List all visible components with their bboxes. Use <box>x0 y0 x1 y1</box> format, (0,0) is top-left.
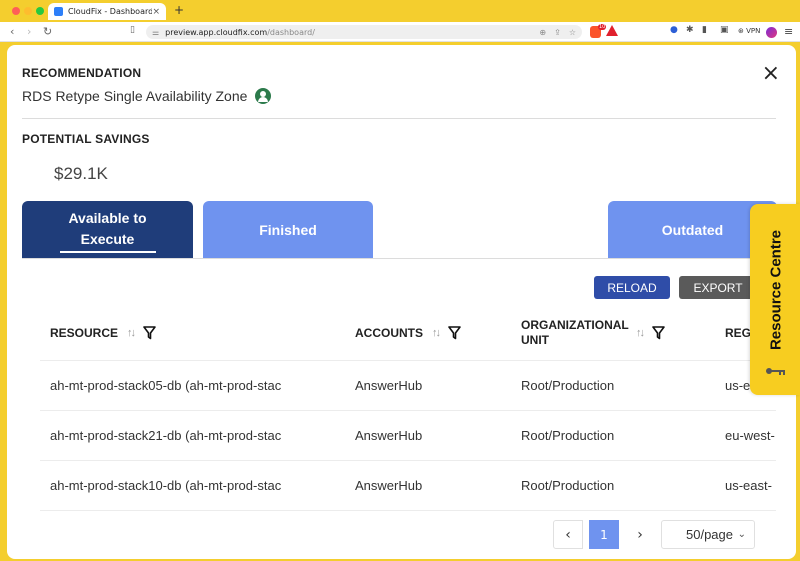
browser-tab-title: CloudFix - Dashboard <box>68 7 153 16</box>
extensions-puzzle-icon[interactable]: ✱ <box>686 25 694 35</box>
cell-org-unit: Root/Production <box>521 378 615 393</box>
cell-account: AnswerHub <box>355 428 423 443</box>
sidebar-icon[interactable]: ▮ <box>702 25 707 35</box>
column-label-organizational-unit: ORGANIZATIONAL UNIT <box>521 317 629 347</box>
next-page-button[interactable]: › <box>625 520 655 549</box>
tab-close-icon[interactable]: × <box>152 7 160 17</box>
sort-icon[interactable]: ↑↓ <box>432 327 441 339</box>
close-modal-button[interactable]: × <box>762 63 780 85</box>
vpn-button[interactable]: ⊛ VPN <box>738 27 760 35</box>
maximize-window-button[interactable] <box>36 7 44 15</box>
chevron-down-icon: ⌄ <box>737 529 746 540</box>
cell-resource[interactable]: ah-mt-prod-stack21-db (ah-mt-prod-stac <box>50 428 316 443</box>
row-divider <box>40 510 776 511</box>
tab-available-to-execute[interactable]: Available to Execute <box>22 201 193 259</box>
sort-icon[interactable]: ↑↓ <box>127 327 136 339</box>
extension-1password-icon[interactable]: ● <box>670 25 678 35</box>
browser-menu-icon[interactable]: ≡ <box>784 25 793 38</box>
cell-org-unit: Root/Production <box>521 428 615 443</box>
key-icon <box>766 368 785 375</box>
browser-toolbar: ‹ › ↻ ▯ ⚌ preview.app.cloudfix.com/dashb… <box>0 22 800 42</box>
tab-strip: CloudFix - Dashboard × + <box>0 0 800 22</box>
site-settings-icon[interactable]: ⚌ <box>152 28 159 37</box>
bookmark-star-icon[interactable]: ☆ <box>569 28 576 37</box>
cell-resource[interactable]: ah-mt-prod-stack05-db (ah-mt-prod-stac <box>50 378 316 393</box>
tab-finished[interactable]: Finished <box>203 201 373 259</box>
profile-avatar[interactable] <box>766 27 777 38</box>
recommendation-label: RECOMMENDATION <box>22 66 142 80</box>
forward-icon[interactable]: › <box>27 25 31 38</box>
recommendation-title: RDS Retype Single Availability Zone <box>22 88 272 104</box>
share-icon[interactable]: ⇪ <box>554 28 561 37</box>
cell-account: AnswerHub <box>355 478 423 493</box>
back-icon[interactable]: ‹ <box>10 25 14 38</box>
column-header-accounts: ACCOUNTS ↑↓ <box>355 305 461 360</box>
page-number-button[interactable]: 1 <box>589 520 619 549</box>
zoom-icon[interactable]: ⊕ <box>539 28 546 37</box>
tabs-divider <box>22 258 776 259</box>
close-window-button[interactable] <box>12 7 20 15</box>
column-label-accounts: ACCOUNTS <box>355 325 423 340</box>
cell-region: us-east- <box>725 478 772 493</box>
reload-page-icon[interactable]: ↻ <box>43 25 52 38</box>
page-size-value: 50/page <box>686 527 733 542</box>
reload-button[interactable]: RELOAD <box>594 276 670 299</box>
column-header-organizational-unit: ORGANIZATIONAL UNIT ↑↓ <box>521 305 665 360</box>
export-button[interactable]: EXPORT <box>679 276 757 299</box>
row-divider <box>40 460 776 461</box>
recommendation-modal: × RECOMMENDATION RDS Retype Single Avail… <box>7 45 796 559</box>
browser-tab-cloudfix[interactable]: CloudFix - Dashboard × <box>48 3 166 20</box>
wallet-icon[interactable]: ▣ <box>720 25 729 35</box>
filter-icon[interactable] <box>448 325 461 340</box>
cell-org-unit: Root/Production <box>521 478 615 493</box>
filter-icon[interactable] <box>143 325 156 340</box>
row-divider <box>40 410 776 411</box>
cell-resource[interactable]: ah-mt-prod-stack10-db (ah-mt-prod-stac <box>50 478 316 493</box>
brave-rewards-icon[interactable] <box>606 25 618 36</box>
tab-available-label: Available to Execute <box>59 208 156 253</box>
recommendation-name: RDS Retype Single Availability Zone <box>22 88 248 104</box>
address-bar[interactable]: ⚌ preview.app.cloudfix.com/dashboard/ ⊕ … <box>146 25 582 39</box>
filter-icon[interactable] <box>652 325 665 340</box>
column-header-resource: RESOURCE ↑↓ <box>50 305 156 360</box>
divider <box>22 118 776 119</box>
previous-page-button[interactable]: ‹ <box>553 520 583 549</box>
cloudfix-favicon-icon <box>54 7 63 16</box>
minimize-window-button[interactable] <box>24 7 32 15</box>
cell-account: AnswerHub <box>355 378 423 393</box>
page-size-select[interactable]: 50/page ⌄ <box>661 520 755 549</box>
pagination: ‹ 1 › 50/page ⌄ <box>553 519 755 550</box>
url-text: preview.app.cloudfix.com/dashboard/ <box>165 27 315 37</box>
sort-icon[interactable]: ↑↓ <box>636 327 645 339</box>
resource-centre-label: Resource Centre <box>767 229 785 351</box>
row-divider <box>40 360 776 361</box>
potential-savings-label: POTENTIAL SAVINGS <box>22 132 150 146</box>
new-tab-button[interactable]: + <box>174 3 184 17</box>
resources-table: RESOURCE ↑↓ ACCOUNTS ↑↓ ORGANIZATIONAL U… <box>22 305 776 515</box>
browser-window: CloudFix - Dashboard × + ‹ › ↻ ▯ ⚌ previ… <box>0 0 800 561</box>
resource-centre-tab[interactable]: Resource Centre <box>750 204 800 395</box>
column-label-resource: RESOURCE <box>50 325 119 340</box>
cell-region: eu-west- <box>725 428 775 443</box>
bookmark-icon[interactable]: ▯ <box>130 25 135 35</box>
potential-savings-value: $29.1K <box>54 164 108 183</box>
person-icon[interactable] <box>255 88 272 104</box>
